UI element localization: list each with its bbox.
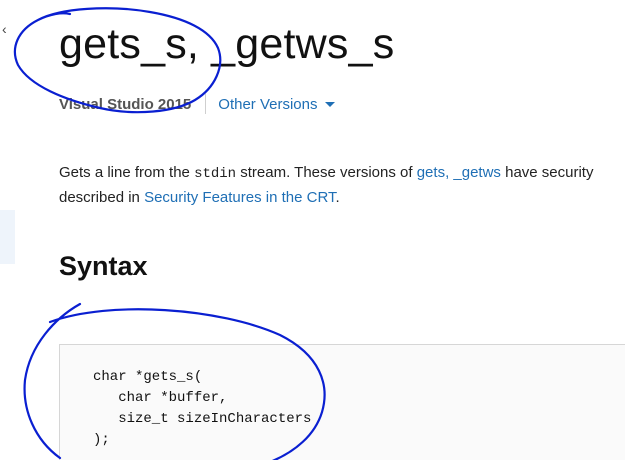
current-version-label: Visual Studio 2015 — [59, 95, 192, 113]
other-versions-label: Other Versions — [218, 95, 318, 113]
description-text: stream. These versions of — [236, 164, 417, 181]
inline-code-stdin: stdin — [194, 166, 237, 182]
doc-page: ‹ gets_s, _getws_s Visual Studio 2015 Ot… — [0, 0, 625, 460]
page-title: gets_s, _getws_s — [59, 20, 395, 68]
chevron-left-icon[interactable]: ‹ — [2, 22, 7, 36]
description-text: . — [335, 189, 340, 206]
code-line: size_t sizeInCharacters — [93, 411, 312, 427]
syntax-code-block: char *gets_s( char *buffer, size_t sizeI… — [59, 344, 625, 460]
gets-getws-link[interactable]: gets, _getws — [417, 164, 501, 181]
description-text: have security — [500, 164, 594, 181]
other-versions-dropdown[interactable]: Other Versions — [218, 95, 335, 113]
description-line-2: described in Security Features in the CR… — [59, 186, 625, 210]
code-content: char *gets_s( char *buffer, size_t sizeI… — [60, 345, 625, 451]
description-text: Gets a line from the — [59, 164, 195, 181]
caret-down-icon — [324, 101, 335, 107]
syntax-heading: Syntax — [59, 251, 148, 281]
code-line: ); — [93, 432, 110, 448]
version-selector-row: Visual Studio 2015 Other Versions — [59, 94, 335, 114]
description-paragraph: Gets a line from the stdin stream. These… — [59, 161, 625, 210]
description-text: described in — [59, 189, 145, 206]
toc-edge-marker — [0, 210, 15, 264]
version-divider — [205, 94, 207, 114]
code-line: char *gets_s( — [93, 369, 203, 385]
security-features-link[interactable]: Security Features in the CRT — [144, 189, 335, 206]
code-line: char *buffer, — [93, 390, 228, 406]
description-line-1: Gets a line from the stdin stream. These… — [59, 161, 625, 186]
